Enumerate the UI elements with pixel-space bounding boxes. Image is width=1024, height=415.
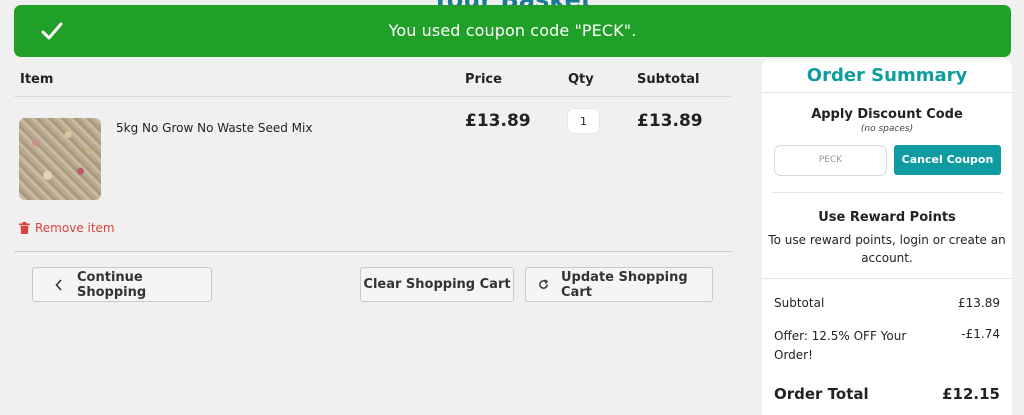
quantity-input[interactable]: 1 xyxy=(567,108,600,134)
offer-value: -£1.74 xyxy=(961,327,1000,341)
header-divider xyxy=(14,96,732,97)
item-subtotal: £13.89 xyxy=(637,111,703,131)
cancel-coupon-button[interactable]: Cancel Coupon xyxy=(894,145,1001,175)
success-message-text: You used coupon code "PECK". xyxy=(388,21,637,40)
summary-divider xyxy=(762,278,1012,279)
product-name-link[interactable]: 5kg No Grow No Waste Seed Mix xyxy=(116,121,312,135)
summary-divider xyxy=(772,192,1002,193)
order-summary-title: Order Summary xyxy=(806,65,968,86)
trash-icon xyxy=(19,222,30,234)
continue-shopping-button[interactable]: Continue Shopping xyxy=(32,267,212,302)
update-cart-button[interactable]: Update Shopping Cart xyxy=(525,267,713,302)
column-header-item: Item xyxy=(20,72,54,87)
discount-code-heading: Apply Discount Code xyxy=(811,107,963,122)
continue-shopping-label: Continue Shopping xyxy=(77,269,147,300)
refresh-icon xyxy=(539,279,549,289)
clear-cart-button[interactable]: Clear Shopping Cart xyxy=(360,267,514,302)
clear-cart-label: Clear Shopping Cart xyxy=(363,277,511,292)
column-header-price: Price xyxy=(465,72,502,87)
order-summary-panel: Order Summary Apply Discount Code (no sp… xyxy=(762,59,1012,415)
discount-code-note: (no spaces) xyxy=(860,124,914,134)
column-header-qty: Qty xyxy=(568,72,594,87)
reward-points-heading: Use Reward Points xyxy=(818,210,956,225)
reward-points-text: To use reward points, login or create an… xyxy=(768,233,1006,265)
chevron-left-icon xyxy=(55,278,62,291)
subtotal-value: £13.89 xyxy=(958,296,1000,310)
column-header-subtotal: Subtotal xyxy=(637,72,700,87)
update-cart-label: Update Shopping Cart xyxy=(561,269,688,300)
success-message-banner: You used coupon code "PECK". xyxy=(14,5,1011,57)
product-image[interactable] xyxy=(19,118,101,200)
coupon-code-input[interactable]: PECK xyxy=(774,145,887,176)
remove-item-link[interactable]: Remove item xyxy=(19,221,115,235)
cart-divider xyxy=(14,251,732,252)
order-total-value: £12.15 xyxy=(942,385,1000,403)
summary-divider xyxy=(762,92,1012,93)
remove-item-label: Remove item xyxy=(35,221,115,235)
subtotal-label: Subtotal xyxy=(774,296,825,310)
order-total-label: Order Total xyxy=(774,385,869,403)
offer-label: Offer: 12.5% OFF Your Order! xyxy=(774,329,907,362)
item-price: £13.89 xyxy=(465,111,531,131)
